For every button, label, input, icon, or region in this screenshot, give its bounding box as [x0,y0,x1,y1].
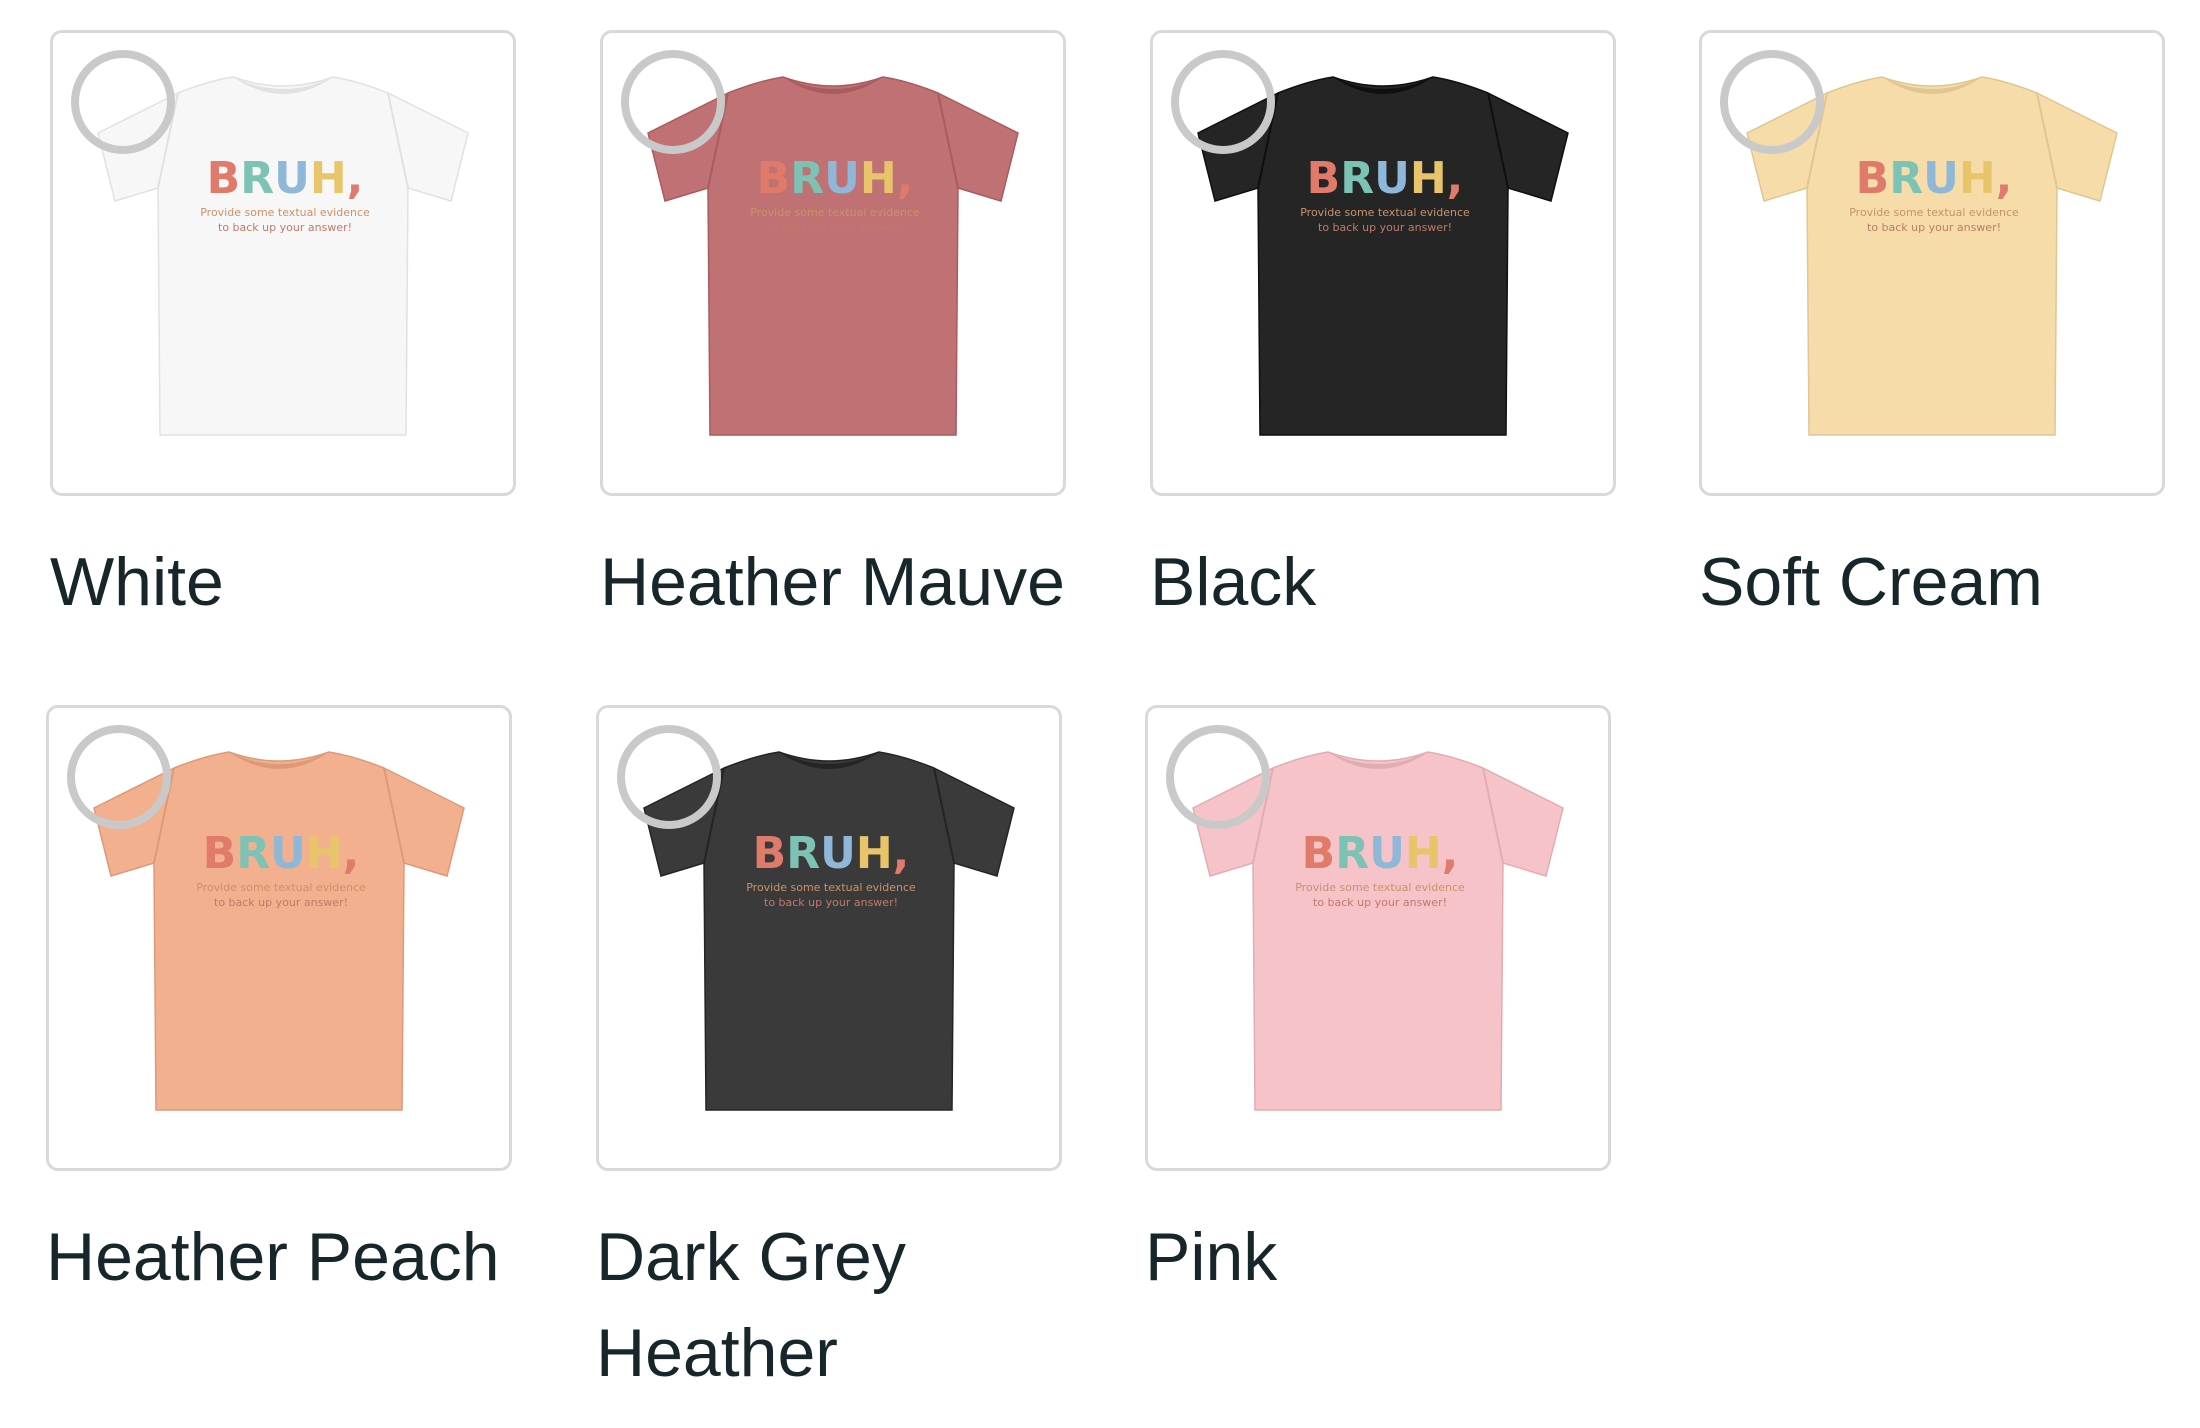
design-letter: B [1302,828,1336,879]
design-letter: R [1335,828,1369,879]
design-letter: H [860,153,897,204]
design-subtitle-line2: to back up your answer! [1867,221,2001,234]
design-letter: H [856,828,893,879]
design-subtitle-line1: Provide some textual evidence [200,206,370,219]
design-subtitle-line2: to back up your answer! [1313,896,1447,909]
design-letter: B [753,828,787,879]
color-option-heather-peach[interactable]: BRUH, Provide some textual evidence to bac… [46,705,516,1305]
design-letter: H [1410,153,1447,204]
design-letter: , [897,153,914,204]
color-option-black[interactable]: BRUH, Provide some textual evidence to bac… [1150,30,1620,630]
color-option-label: Heather Peach [46,1219,500,1295]
design-subtitle-line1: Provide some textual evidence [1300,206,1470,219]
design-subtitle-line1: Provide some textual evidence [1295,881,1465,894]
color-swatch-card[interactable]: BRUH, Provide some textual evidence to bac… [600,30,1066,496]
design-letter: R [1889,153,1923,204]
design-letter: U [824,153,860,204]
design-subtitle-line1: Provide some textual evidence [1849,206,2019,219]
design-letter: U [1374,153,1410,204]
design-letter: R [786,828,820,879]
color-option-pink[interactable]: BRUH, Provide some textual evidence to bac… [1145,705,1615,1305]
color-swatch-card[interactable]: BRUH, Provide some textual evidence to bac… [1150,30,1616,496]
design-subtitle-line1: Provide some textual evidence [196,881,366,894]
design-subtitle-line1: Provide some textual evidence [750,206,920,219]
radio-unselected-icon[interactable] [1166,725,1270,829]
design-title: BRUH, [757,153,914,204]
design-letter: U [1369,828,1405,879]
design-letter: U [274,153,310,204]
radio-unselected-icon[interactable] [1171,50,1275,154]
design-letter: , [343,828,360,879]
design-letter: , [347,153,364,204]
radio-unselected-icon[interactable] [71,50,175,154]
design-letter: B [757,153,791,204]
design-letter: R [790,153,824,204]
design-letter: H [306,828,343,879]
color-option-label: Soft Cream [1699,544,2043,620]
radio-unselected-icon[interactable] [621,50,725,154]
color-option-heather-mauve[interactable]: BRUH, Provide some textual evidence to bac… [600,30,1070,630]
color-option-label: Heather Mauve [600,544,1065,620]
design-letter: , [893,828,910,879]
color-swatch-card[interactable]: BRUH, Provide some textual evidence to bac… [596,705,1062,1171]
design-subtitle-line2: to back up your answer! [218,221,352,234]
design-title: BRUH, [1856,153,2013,204]
design-letter: R [236,828,270,879]
design-letter: U [270,828,306,879]
design-title: BRUH, [203,828,360,879]
color-swatch-card[interactable]: BRUH, Provide some textual evidence to bac… [1145,705,1611,1171]
radio-unselected-icon[interactable] [67,725,171,829]
design-letter: U [820,828,856,879]
design-letter: B [1307,153,1341,204]
design-subtitle-line2: to back up your answer! [1318,221,1452,234]
color-option-label: Black [1150,544,1317,620]
design-subtitle-line1: Provide some textual evidence [746,881,916,894]
radio-unselected-icon[interactable] [1720,50,1824,154]
color-option-dark-grey-heather[interactable]: BRUH, Provide some textual evidence to bac… [596,705,1066,1401]
design-letter: H [1959,153,1996,204]
color-swatch-card[interactable]: BRUH, Provide some textual evidence to bac… [1699,30,2165,496]
design-letter: , [1447,153,1464,204]
color-option-soft-cream[interactable]: BRUH, Provide some textual evidence to bac… [1699,30,2169,630]
design-title: BRUH, [1307,153,1464,204]
design-letter: R [240,153,274,204]
color-swatch-grid: BRUH, Provide some textual evidence to bac… [0,0,2200,1428]
color-option-white[interactable]: BRUH, Provide some textual evidence to bac… [50,30,520,630]
design-subtitle-line2: to back up your answer! [214,896,348,909]
color-option-label: Pink [1145,1219,1278,1295]
design-letter: B [203,828,237,879]
design-title: BRUH, [753,828,910,879]
design-letter: U [1923,153,1959,204]
color-swatch-card[interactable]: BRUH, Provide some textual evidence to bac… [50,30,516,496]
design-letter: H [1405,828,1442,879]
design-letter: B [207,153,241,204]
color-option-label: Dark Grey Heather [596,1219,906,1391]
design-letter: H [310,153,347,204]
color-swatch-card[interactable]: BRUH, Provide some textual evidence to bac… [46,705,512,1171]
radio-unselected-icon[interactable] [617,725,721,829]
design-subtitle-line2: to back up your answer! [768,221,902,234]
design-title: BRUH, [207,153,364,204]
design-letter: , [1996,153,2013,204]
design-letter: B [1856,153,1890,204]
design-letter: R [1340,153,1374,204]
design-subtitle-line2: to back up your answer! [764,896,898,909]
design-title: BRUH, [1302,828,1459,879]
color-option-label: White [50,544,224,620]
design-letter: , [1442,828,1459,879]
